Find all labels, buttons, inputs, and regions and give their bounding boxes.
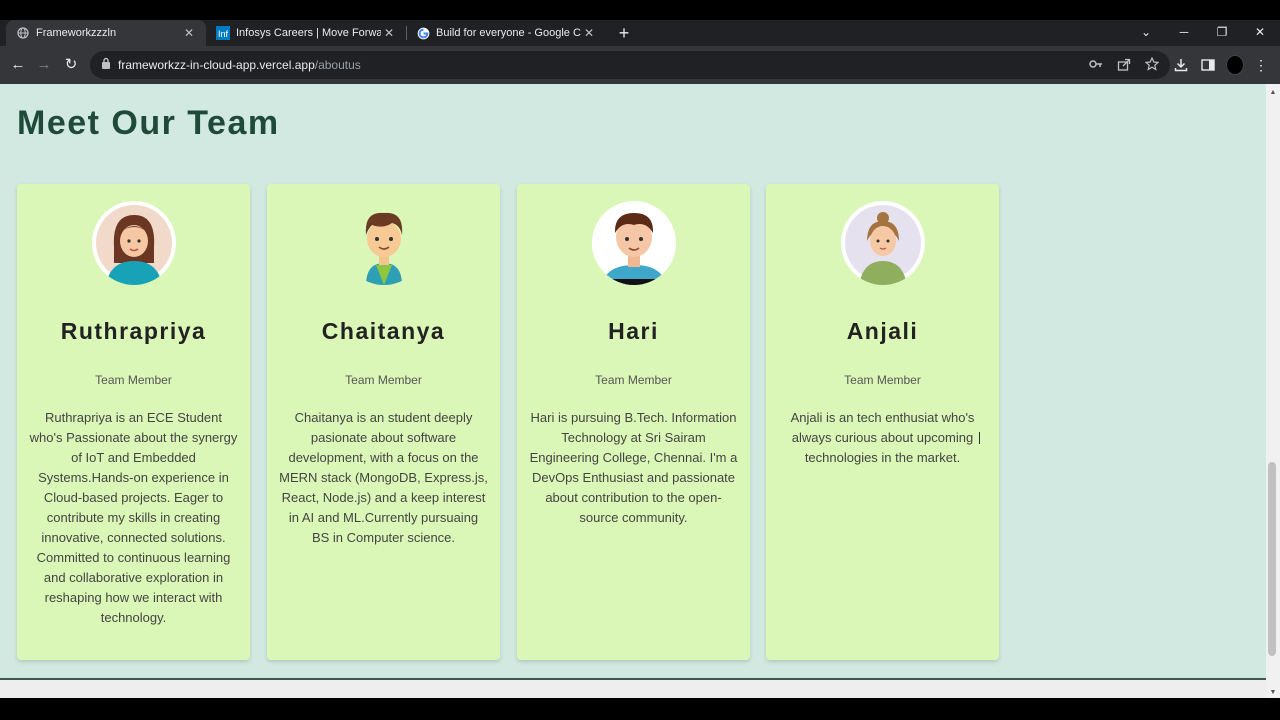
scroll-up-arrow-icon[interactable]: ▲: [1266, 86, 1280, 100]
forward-button[interactable]: →: [34, 55, 54, 75]
url-text: frameworkzz-in-cloud-app.vercel.app/abou…: [118, 58, 361, 72]
tab-strip: Frameworkzzzln ✕ Inf Infosys Careers | M…: [0, 20, 1280, 46]
member-role: Team Member: [844, 373, 921, 387]
tab-search-chevron-icon[interactable]: ⌄: [1126, 20, 1166, 46]
member-name: Hari: [608, 318, 659, 344]
restore-button[interactable]: ❐: [1202, 20, 1242, 46]
key-icon[interactable]: [1088, 56, 1104, 72]
new-tab-button[interactable]: +: [614, 20, 634, 46]
team-card-anjali: Anjali Team Member Anjali is an tech ent…: [766, 184, 999, 660]
profile-avatar[interactable]: [1226, 55, 1244, 75]
share-icon[interactable]: [1116, 56, 1132, 72]
bookmark-star-icon[interactable]: [1144, 56, 1160, 72]
page-title: Meet Our Team: [17, 104, 280, 142]
download-icon[interactable]: [1172, 56, 1190, 74]
more-menu-icon[interactable]: ⋮: [1252, 56, 1270, 74]
tab-title: Build for everyone - Google Care: [436, 27, 581, 39]
member-name: Ruthrapriya: [60, 318, 207, 344]
url-host: frameworkzz-in-cloud-app.vercel.app: [118, 58, 315, 72]
member-bio: Hari is pursuing B.Tech. Information Tec…: [529, 410, 738, 525]
close-window-button[interactable]: ✕: [1240, 20, 1280, 46]
tab-frameworkzzzln[interactable]: Frameworkzzzln ✕: [6, 20, 206, 46]
team-card-chaitanya: Chaitanya Team Member Chaitanya is an st…: [267, 184, 500, 660]
avatar: [342, 201, 426, 285]
tab-title: Frameworkzzzln: [36, 27, 117, 39]
member-name: Anjali: [846, 318, 919, 344]
avatar: [92, 201, 176, 285]
tab-google-careers[interactable]: Build for everyone - Google Care ✕: [406, 20, 606, 46]
avatar: [841, 201, 925, 285]
member-name: Chaitanya: [321, 318, 446, 344]
text-cursor-icon: [979, 432, 984, 444]
browser-toolbar: ← → ↻ frameworkzz-in-cloud-app.vercel.ap…: [0, 46, 1280, 84]
member-bio: Ruthrapriya is an ECE Student who's Pass…: [29, 410, 238, 625]
team-card-hari: Hari Team Member Hari is pursuing B.Tech…: [517, 184, 750, 660]
infosys-favicon-icon: Inf: [216, 26, 230, 40]
page-viewport: Meet Our Team Ruthrapriya Team Member Ru…: [0, 84, 1266, 680]
globe-icon: [16, 26, 30, 40]
back-button[interactable]: ←: [8, 55, 28, 75]
tab-infosys[interactable]: Inf Infosys Careers | Move Forward. T ✕: [206, 20, 406, 46]
side-panel-icon[interactable]: [1199, 56, 1217, 74]
address-bar[interactable]: frameworkzz-in-cloud-app.vercel.app/abou…: [90, 51, 1170, 79]
url-path: /aboutus: [314, 58, 361, 72]
lock-icon[interactable]: [94, 56, 118, 74]
scroll-down-arrow-icon[interactable]: ▼: [1266, 686, 1280, 700]
member-role: Team Member: [345, 373, 422, 387]
member-role: Team Member: [95, 373, 172, 387]
page-footer-strip: [0, 680, 1280, 698]
avatar: [592, 201, 676, 285]
close-tab-icon[interactable]: ✕: [381, 26, 397, 40]
scrollbar-thumb[interactable]: [1268, 462, 1276, 656]
member-bio: Chaitanya is an student deeply pasionate…: [279, 410, 488, 545]
svg-text:Inf: Inf: [218, 29, 229, 39]
minimize-button[interactable]: ─: [1164, 20, 1204, 46]
google-icon: [416, 26, 430, 40]
close-tab-icon[interactable]: ✕: [581, 26, 597, 40]
tab-title: Infosys Careers | Move Forward. T: [236, 27, 381, 39]
close-tab-icon[interactable]: ✕: [181, 26, 197, 40]
member-role: Team Member: [595, 373, 672, 387]
member-bio: Anjali is an tech enthusiat who's always…: [790, 410, 975, 465]
reload-button[interactable]: ↻: [61, 55, 81, 75]
team-card-ruthrapriya: Ruthrapriya Team Member Ruthrapriya is a…: [17, 184, 250, 660]
